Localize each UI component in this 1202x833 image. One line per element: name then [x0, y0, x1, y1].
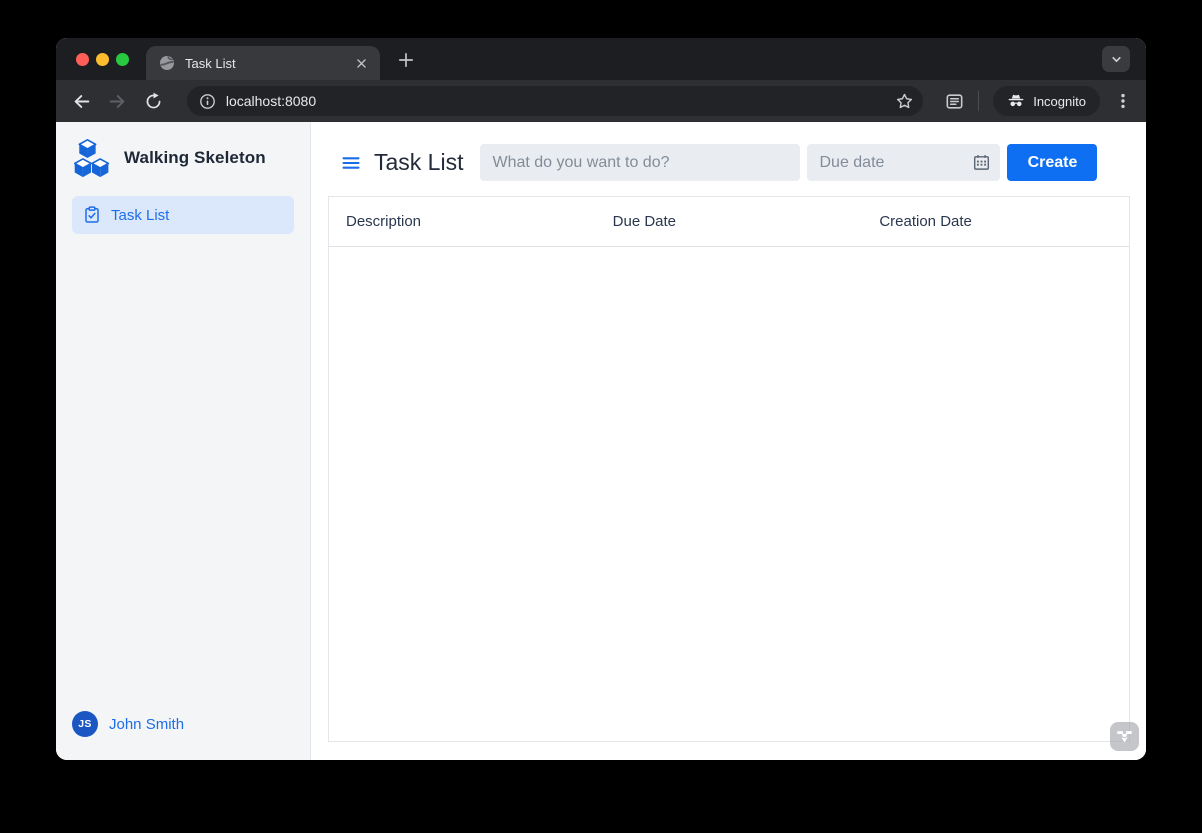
task-description-input[interactable] — [480, 144, 801, 181]
drawer-toggle-hamburger-icon[interactable] — [341, 153, 361, 173]
tab-strip: Task List — [56, 38, 1146, 80]
sidebar-item-label: Task List — [111, 206, 170, 224]
toolbar-divider — [978, 91, 980, 111]
user-menu[interactable]: JS John Smith — [56, 711, 310, 760]
app-header: Walking Skeleton — [56, 122, 310, 178]
address-bar[interactable]: localhost:8080 — [186, 86, 924, 116]
browser-window: Task List localhost:8080 Incognito Walki… — [56, 38, 1146, 760]
task-grid: Description Due Date Creation Date — [328, 196, 1130, 742]
browser-toolbar: localhost:8080 Incognito — [56, 80, 1146, 122]
clipboard-check-icon — [83, 206, 101, 224]
grid-column-due-date[interactable]: Due Date — [596, 213, 863, 230]
forward-button[interactable] — [106, 89, 130, 113]
page-title: Task List — [374, 149, 464, 175]
due-date-picker — [807, 144, 1001, 181]
bookmark-star-icon[interactable] — [895, 92, 914, 111]
page-content: Walking Skeleton Task List JS John Smith… — [56, 122, 1146, 760]
screen-background: Task List localhost:8080 Incognito Walki… — [0, 0, 1202, 833]
tab-search-chevron-button[interactable] — [1102, 46, 1130, 72]
tab-close-icon[interactable] — [352, 54, 370, 72]
fullscreen-window-button[interactable] — [116, 53, 129, 66]
incognito-icon — [1007, 92, 1025, 110]
sidebar-item-task-list[interactable]: Task List — [72, 196, 294, 234]
minimize-window-button[interactable] — [96, 53, 109, 66]
cubes-logo-icon — [72, 138, 112, 178]
vaadin-dev-tools-button[interactable] — [1110, 722, 1139, 751]
user-avatar: JS — [72, 711, 98, 737]
user-name: John Smith — [109, 715, 185, 733]
site-info-icon[interactable] — [199, 93, 216, 110]
app-sidebar: Walking Skeleton Task List JS John Smith — [56, 122, 311, 760]
tab-title: Task List — [185, 55, 236, 71]
due-date-input[interactable] — [807, 144, 1001, 181]
traffic-lights — [76, 53, 129, 66]
new-tab-button[interactable] — [394, 48, 418, 72]
globe-favicon-icon — [159, 55, 175, 71]
url-text[interactable]: localhost:8080 — [226, 93, 895, 109]
grid-column-description[interactable]: Description — [329, 213, 596, 230]
main-area: Task List What do you want to do? Due da… — [311, 122, 1146, 760]
create-button[interactable]: Create — [1007, 144, 1098, 181]
browser-tab[interactable]: Task List — [146, 46, 380, 80]
close-window-button[interactable] — [76, 53, 89, 66]
grid-column-creation-date[interactable]: Creation Date — [862, 213, 1129, 230]
incognito-label: Incognito — [1033, 93, 1086, 109]
back-button[interactable] — [70, 89, 94, 113]
side-panel-icon[interactable] — [945, 92, 964, 111]
grid-header-row: Description Due Date Creation Date — [329, 197, 1129, 247]
grid-body-empty — [329, 247, 1129, 741]
calendar-icon[interactable] — [973, 154, 990, 171]
incognito-badge[interactable]: Incognito — [993, 86, 1100, 116]
reload-button[interactable] — [141, 89, 165, 113]
app-name: Walking Skeleton — [124, 148, 266, 167]
browser-menu-icon[interactable] — [1114, 92, 1132, 110]
view-header: Task List What do you want to do? Due da… — [341, 144, 1130, 181]
